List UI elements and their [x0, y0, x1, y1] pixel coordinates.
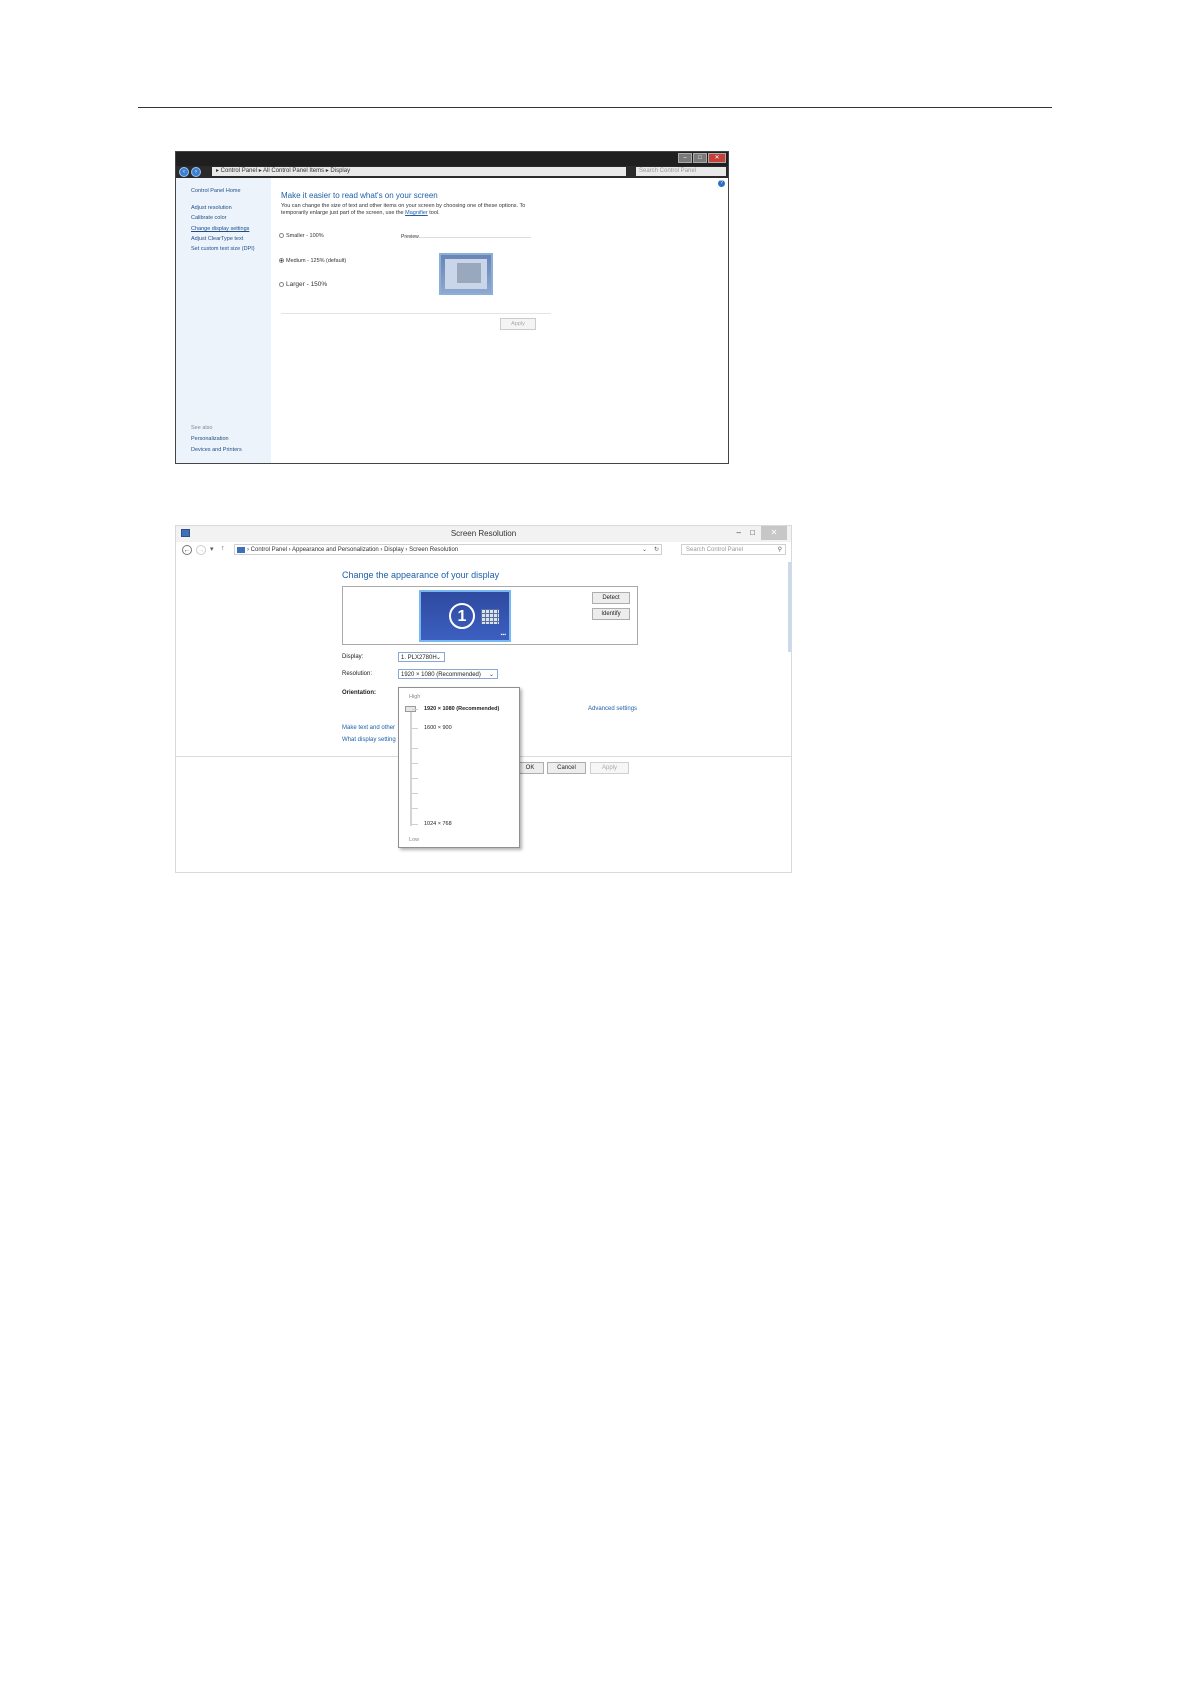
ok-button[interactable]: OK: [516, 762, 544, 774]
slider-tick: [412, 824, 418, 825]
apply-button[interactable]: Apply: [500, 318, 536, 330]
display-label: Display:: [342, 654, 364, 660]
sidebar-item-home[interactable]: Control Panel Home: [191, 188, 241, 194]
orientation-label: Orientation:: [342, 690, 376, 696]
slider-tick: [412, 748, 418, 749]
search-input[interactable]: Search Control Panel ⚲: [681, 544, 786, 555]
monitor-tile[interactable]: 1 ▪▪▪: [419, 590, 511, 642]
slider-tick: [412, 778, 418, 779]
preview-label: Preview: [401, 234, 419, 240]
main-panel: ? Make it easier to read what's on your …: [271, 178, 728, 463]
address-dropdown-icon[interactable]: ⌄: [642, 545, 647, 556]
option-label: Medium - 125% (default): [286, 258, 347, 264]
slider-tick: [412, 763, 418, 764]
search-placeholder: Search Control Panel: [686, 547, 744, 553]
slider-tick: [412, 709, 418, 710]
breadcrumb[interactable]: ▸ Control Panel ▸ All Control Panel Item…: [212, 167, 626, 176]
sidebar-item-cleartype[interactable]: Adjust ClearType text: [191, 236, 243, 242]
detect-button[interactable]: Detect: [592, 592, 630, 604]
description: You can change the size of text and othe…: [281, 203, 531, 217]
sidebar-item-custom-dpi[interactable]: Set custom text size (DPI): [191, 246, 255, 252]
help-icon[interactable]: ?: [718, 180, 725, 187]
scrollbar[interactable]: [788, 562, 791, 652]
title-bar: – □ ✕: [176, 152, 728, 166]
recent-pages-chevron-icon[interactable]: ▾: [210, 545, 214, 553]
sidebar: Control Panel Home Adjust resolution Cal…: [176, 178, 271, 463]
maximize-button[interactable]: □: [750, 528, 755, 537]
breadcrumb[interactable]: › Control Panel › Appearance and Persona…: [247, 547, 458, 553]
monitor-number: 1: [449, 603, 475, 629]
option-larger[interactable]: Larger - 150%: [279, 281, 327, 288]
resolution-option[interactable]: 1024 × 768: [424, 821, 452, 827]
sidebar-item-calibrate-color[interactable]: Calibrate color: [191, 215, 226, 221]
start-screen-icon: [481, 609, 499, 624]
cancel-button[interactable]: Cancel: [547, 762, 586, 774]
search-input[interactable]: Search Control Panel: [636, 167, 726, 176]
chevron-down-icon: ⌄: [488, 672, 494, 678]
page-title: Change the appearance of your display: [342, 570, 500, 580]
advanced-settings-link[interactable]: Advanced settings: [588, 706, 637, 712]
back-arrow-icon[interactable]: ←: [182, 545, 192, 555]
resolution-select[interactable]: 1920 × 1080 (Recommended) ⌄: [398, 669, 498, 679]
window-title: Screen Resolution: [450, 529, 517, 538]
title-bar: Screen Resolution – □ ✕: [176, 526, 791, 542]
display-value: 1. PLX2780H: [401, 655, 437, 661]
resolution-value: 1920 × 1080 (Recommended): [401, 672, 481, 678]
option-label: Larger - 150%: [286, 281, 328, 288]
option-label: Smaller - 100%: [286, 233, 324, 239]
preview-divider: [419, 237, 531, 238]
option-smaller[interactable]: Smaller - 100%: [279, 233, 324, 239]
forward-arrow-icon[interactable]: ›: [191, 167, 201, 177]
address-bar[interactable]: › Control Panel › Appearance and Persona…: [234, 544, 662, 555]
sidebar-item-personalization[interactable]: Personalization: [191, 436, 229, 442]
option-medium[interactable]: Medium - 125% (default): [279, 258, 346, 264]
display-select[interactable]: 1. PLX2780H ⌄: [398, 652, 445, 662]
sidebar-item-change-display-settings[interactable]: Change display settings: [191, 226, 249, 232]
apply-button[interactable]: Apply: [590, 762, 629, 774]
chevron-down-icon: ⌄: [435, 655, 441, 661]
close-button[interactable]: ✕: [761, 526, 787, 540]
identify-button[interactable]: Identify: [592, 608, 630, 620]
radio-selected-icon[interactable]: [279, 258, 284, 264]
resolution-dropdown: High 1920 × 1080 (Recommended) 1600 × 90…: [398, 687, 520, 848]
make-text-larger-link[interactable]: Make text and other: [342, 725, 395, 731]
page-header-rule: [138, 107, 1052, 108]
preview-thumbnail: [439, 253, 493, 295]
close-button[interactable]: ✕: [708, 153, 726, 163]
description-tail: tool.: [429, 210, 440, 216]
minimize-button[interactable]: –: [737, 528, 741, 537]
display-arrangement-panel: 1 ▪▪▪ Detect Identify: [342, 586, 638, 645]
address-bar: ‹ › ▸ Control Panel ▸ All Control Panel …: [176, 166, 728, 178]
up-arrow-icon[interactable]: ↑: [221, 545, 225, 552]
slider-tick: [412, 793, 418, 794]
resolution-label: Resolution:: [342, 671, 373, 677]
description-text: You can change the size of text and othe…: [281, 203, 526, 216]
display-window-screenshot: – □ ✕ ‹ › ▸ Control Panel ▸ All Control …: [175, 151, 729, 464]
resolution-option[interactable]: 1920 × 1080 (Recommended): [424, 706, 499, 712]
refresh-icon[interactable]: ↻: [654, 545, 659, 556]
search-icon[interactable]: ⚲: [778, 545, 782, 556]
forward-arrow-icon[interactable]: →: [196, 545, 206, 555]
resolution-option[interactable]: 1600 × 900: [424, 725, 452, 731]
low-label: Low: [409, 837, 420, 843]
back-arrow-icon[interactable]: ‹: [179, 167, 189, 177]
slider-tick: [412, 728, 418, 729]
divider: [281, 313, 551, 314]
minimize-button[interactable]: –: [678, 153, 692, 163]
control-panel-icon: [237, 547, 245, 553]
sidebar-item-devices-printers[interactable]: Devices and Printers: [191, 447, 242, 453]
display-settings-help-link[interactable]: What display setting: [342, 737, 396, 743]
magnifier-link[interactable]: Magnifier: [405, 210, 428, 216]
see-also-label: See also: [191, 425, 213, 431]
screen-resolution-window-screenshot: Screen Resolution – □ ✕ ← → ▾ ↑ › Contro…: [175, 525, 792, 873]
page-title: Make it easier to read what's on your sc…: [281, 191, 438, 200]
maximize-button[interactable]: □: [693, 153, 707, 163]
slider-tick: [412, 808, 418, 809]
high-label: High: [409, 694, 421, 700]
radio-icon[interactable]: [279, 281, 284, 287]
sidebar-item-adjust-resolution[interactable]: Adjust resolution: [191, 205, 232, 211]
taskbar-dots: ▪▪▪: [500, 632, 506, 638]
navigation-bar: ← → ▾ ↑ › Control Panel › Appearance and…: [176, 542, 791, 558]
radio-icon[interactable]: [279, 233, 284, 239]
